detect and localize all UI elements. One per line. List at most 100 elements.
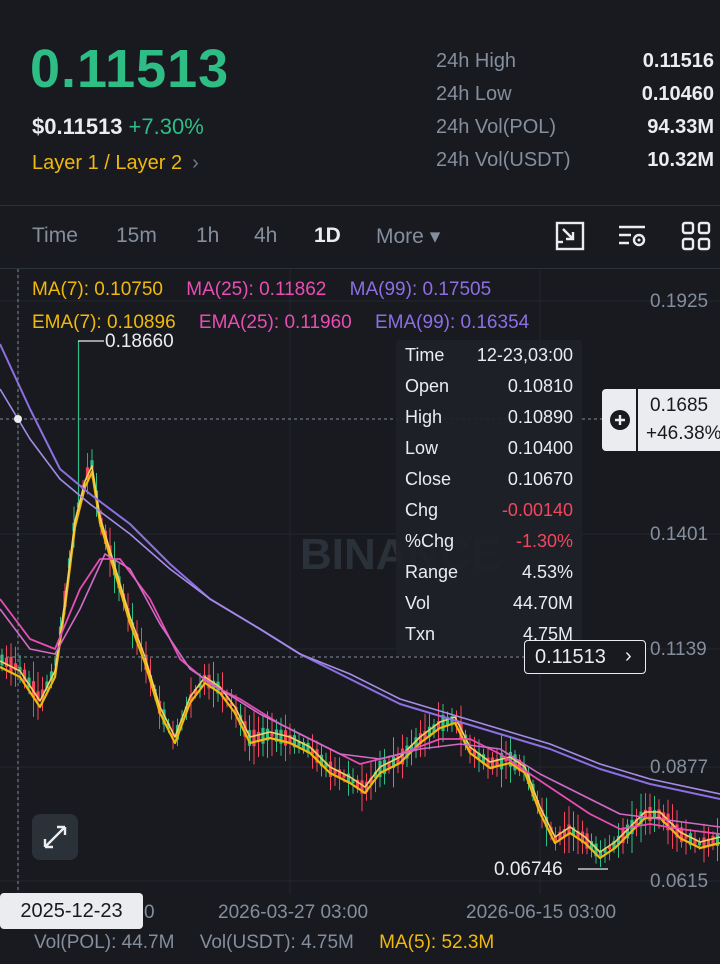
- tooltip-row-pct-chg: %Chg -1.30%: [405, 531, 573, 562]
- tab-time[interactable]: Time: [32, 224, 78, 248]
- stat-value: 0.10460: [641, 83, 714, 105]
- candlestick-chart[interactable]: BINANCE 0.18660 0.06746 MA(7): 0.10750 M…: [0, 269, 720, 929]
- stat-24h-high: 24h High 0.11516: [436, 50, 714, 73]
- tooltip-label: Low: [405, 438, 439, 458]
- stat-24h-low: 24h Low 0.10460: [436, 83, 714, 106]
- crosshair-date: 2025-12-23: [0, 893, 143, 929]
- volume-base: Vol(POL): 44.7M: [34, 932, 175, 953]
- ma99-value: MA(99): 0.17505: [349, 279, 492, 300]
- chart-canvas: BINANCE 0.18660 0.06746: [0, 269, 720, 894]
- tooltip-value: 44.70M: [512, 593, 573, 613]
- time-axis-label-partial: 0: [144, 902, 155, 923]
- tab-more[interactable]: More ▾: [376, 224, 440, 249]
- low-marker: 0.06746: [494, 859, 608, 880]
- tooltip-value: -0.00140: [501, 500, 573, 520]
- low-marker-label: 0.06746: [494, 859, 563, 880]
- candle-tooltip: Time 12-23,03:00 Open 0.10810 High 0.10890 …: [396, 340, 582, 656]
- interval-tabs: Time 15m 1h 4h 1D More ▾: [0, 206, 720, 268]
- time-axis-label: 2026-06-15 03:00: [466, 902, 617, 923]
- tab-15m[interactable]: 15m: [116, 224, 157, 248]
- tab-more-label: More: [376, 225, 424, 248]
- caret-down-icon: ▾: [429, 225, 441, 248]
- category-link[interactable]: Layer 1 / Layer 2 ›: [32, 152, 199, 175]
- stat-label: 24h High: [436, 50, 517, 72]
- fullscreen-button[interactable]: [32, 814, 78, 860]
- price-axis-label: 0.1925: [650, 291, 709, 312]
- time-axis-label: 2026-03-27 03:00: [218, 902, 369, 923]
- ema25-value: EMA(25): 0.11960: [198, 312, 352, 333]
- chart-grid: [0, 269, 720, 894]
- ema7-value: EMA(7): 0.10896: [32, 312, 176, 333]
- crosshair-dot: [14, 415, 22, 423]
- ema-legend: EMA(7): 0.10896 EMA(25): 0.11960 EMA(99)…: [32, 312, 529, 334]
- price-axis-label: 0.1139: [650, 639, 707, 660]
- usd-price: $0.11513: [32, 114, 123, 139]
- tooltip-label: Range: [405, 562, 459, 582]
- indicator-settings-icon[interactable]: [616, 220, 648, 252]
- volume-ma5: MA(5): 52.3M: [379, 932, 495, 953]
- tab-1d[interactable]: 1D: [314, 224, 341, 248]
- volume-legend: Vol(POL): 44.7M Vol(USDT): 4.75M MA(5): …: [34, 932, 494, 954]
- price-axis-label: 0.0615: [650, 871, 709, 892]
- volume-quote: Vol(USDT): 4.75M: [199, 932, 354, 953]
- current-price-tag[interactable]: 0.11513 ›: [524, 640, 646, 674]
- candle-body: [252, 729, 256, 747]
- tooltip-row-chg: Chg -0.00140: [405, 500, 573, 531]
- candle-body: [261, 727, 265, 744]
- last-price: 0.11513: [30, 39, 230, 99]
- tooltip-value: 0.10810: [507, 376, 573, 396]
- tooltip-value: 0.10670: [507, 469, 573, 489]
- stat-label: 24h Vol(USDT): [436, 149, 571, 171]
- tooltip-label: %Chg: [405, 531, 455, 551]
- tooltip-label: Vol: [405, 593, 431, 613]
- tooltip-label: Txn: [405, 624, 436, 644]
- stat-24h-vol-quote: 24h Vol(USDT) 10.32M: [436, 149, 714, 172]
- category-label: Layer 1 / Layer 2: [32, 152, 183, 174]
- crosshair-price-box[interactable]: 0.1685 +46.38%: [602, 389, 720, 451]
- tab-4h[interactable]: 4h: [254, 224, 277, 248]
- high-marker: 0.18660: [78, 331, 174, 352]
- tooltip-value: 12-23,03:00: [476, 345, 573, 365]
- usd-price-line: $0.11513 +7.30%: [32, 114, 204, 140]
- tooltip-row-low: Low 0.10400: [405, 438, 573, 469]
- chart-mode-icon[interactable]: [554, 220, 586, 252]
- ema25-line: [0, 553, 720, 828]
- layout-grid-icon[interactable]: [680, 220, 712, 252]
- tooltip-row-time: Time 12-23,03:00: [405, 345, 573, 376]
- tooltip-label: Time: [405, 345, 445, 365]
- high-marker-label: 0.18660: [105, 331, 174, 352]
- candle-body: [0, 654, 4, 666]
- ma-legend: MA(7): 0.10750 MA(25): 0.11862 MA(99): 0…: [32, 279, 491, 301]
- tooltip-value: 0.10400: [507, 438, 573, 458]
- current-price-value: 0.11513: [535, 646, 606, 668]
- stat-value: 0.11516: [642, 50, 714, 72]
- tooltip-row-close: Close 0.10670: [405, 469, 573, 500]
- tooltip-row-high: High 0.10890: [405, 407, 573, 438]
- stat-label: 24h Vol(POL): [436, 116, 557, 138]
- tab-1h[interactable]: 1h: [196, 224, 219, 248]
- stat-value: 94.33M: [647, 116, 714, 138]
- crosshair-percent: +46.38%: [646, 423, 720, 444]
- crosshair-price: 0.1685: [650, 395, 709, 416]
- chevron-right-icon: ›: [192, 152, 199, 174]
- plus-circle-icon[interactable]: [608, 408, 632, 432]
- tooltip-label: Chg: [405, 500, 439, 520]
- ma7-value: MA(7): 0.10750: [32, 279, 163, 300]
- tooltip-value: -1.30%: [515, 531, 573, 551]
- stat-24h-vol-base: 24h Vol(POL) 94.33M: [436, 116, 714, 139]
- chevron-right-icon: ›: [625, 645, 632, 667]
- market-stats-panel: 0.11513 $0.11513 +7.30% Layer 1 / Layer 2…: [0, 0, 720, 205]
- stat-value: 10.32M: [647, 149, 714, 171]
- tooltip-row-vol: Vol 44.70M: [405, 593, 573, 624]
- expand-icon: [43, 825, 67, 849]
- candle-body: [9, 656, 13, 673]
- tooltip-value: 0.10890: [507, 407, 573, 427]
- tooltip-row-open: Open 0.10810: [405, 376, 573, 407]
- divider: [636, 389, 638, 451]
- price-axis-label: 0.0877: [650, 757, 709, 778]
- ma25-line: [0, 558, 720, 835]
- price-axis-label: 0.1401: [650, 524, 709, 545]
- tooltip-label: Open: [405, 376, 450, 396]
- stat-label: 24h Low: [436, 83, 512, 105]
- tooltip-label: Close: [405, 469, 452, 489]
